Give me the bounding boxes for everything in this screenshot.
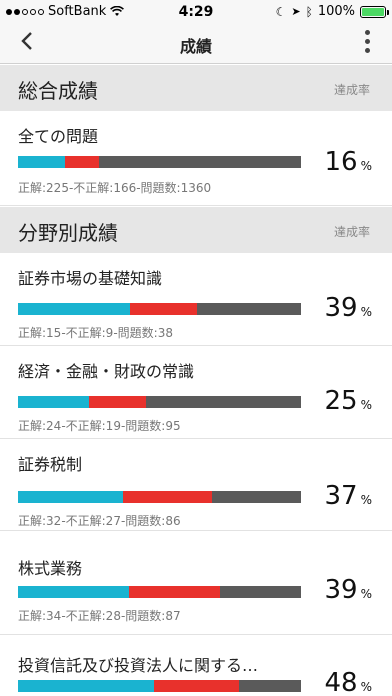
achievement-rate: 48% (324, 668, 373, 696)
correct-segment (18, 586, 129, 598)
progress-bar (18, 491, 301, 503)
item-title: 証券市場の基礎知識 (18, 269, 163, 288)
section-title: 分野別成績 (18, 221, 118, 245)
achievement-rate: 39% (324, 575, 373, 605)
wrong-segment (64, 156, 100, 168)
status-bar: SoftBank 4:29 ☾ ➤ ᛒ 100% (0, 0, 392, 24)
correct-segment (18, 680, 154, 692)
list-item-all-questions[interactable]: 全ての問題 正解:225-不正解:166-問題数:1360 16% (0, 111, 392, 206)
moon-icon: ☾ (275, 4, 287, 19)
section-title: 総合成績 (18, 79, 98, 103)
battery-icon (360, 5, 389, 18)
page-title: 成績 (179, 37, 212, 56)
navigation-bar: 成績 (0, 24, 392, 64)
rate-label: 達成率 (333, 225, 370, 239)
wrong-segment (153, 680, 239, 692)
status-right: ☾ ➤ ᛒ 100% (275, 4, 389, 19)
item-stats: 正解:225-不正解:166-問題数:1360 (18, 181, 212, 195)
wrong-segment (123, 491, 213, 503)
progress-bar (18, 396, 301, 408)
wrong-segment (128, 586, 220, 598)
progress-bar (18, 156, 301, 168)
section-header-fields: 分野別成績 達成率 (0, 207, 392, 253)
correct-segment (18, 303, 130, 315)
item-title: 投資信託及び投資法人に関する… (18, 656, 259, 675)
more-menu-button[interactable] (365, 30, 370, 53)
progress-bar (18, 680, 301, 692)
bluetooth-icon: ᛒ (305, 4, 313, 19)
achievement-rate: 39% (324, 293, 373, 323)
section-header-overall: 総合成績 達成率 (0, 65, 392, 111)
correct-segment (18, 156, 65, 168)
vertical-ellipsis-icon (365, 30, 370, 35)
rate-label: 達成率 (333, 83, 370, 97)
item-title: 全ての問題 (18, 127, 99, 146)
achievement-rate: 37% (324, 481, 373, 511)
item-title: 証券税制 (18, 455, 83, 474)
list-item-field[interactable]: 投資信託及び投資法人に関する… 48% (0, 635, 392, 696)
correct-segment (18, 396, 90, 408)
progress-bar (18, 586, 301, 598)
achievement-rate: 16% (324, 147, 373, 177)
list-item-field[interactable]: 証券税制 正解:32-不正解:27-問題数:86 37% (0, 439, 392, 531)
list-item-field[interactable]: 経済・金融・財政の常識 正解:24-不正解:19-問題数:95 25% (0, 346, 392, 439)
list-item-field[interactable]: 株式業務 正解:34-不正解:28-問題数:87 39% (0, 531, 392, 635)
achievement-rate: 25% (324, 386, 373, 416)
progress-bar (18, 303, 301, 315)
location-icon: ➤ (291, 5, 301, 18)
item-stats: 正解:15-不正解:9-問題数:38 (18, 326, 173, 340)
battery-percent: 100% (317, 4, 355, 19)
correct-segment (18, 491, 124, 503)
item-title: 株式業務 (18, 559, 83, 578)
wrong-segment (89, 396, 147, 408)
item-title: 経済・金融・財政の常識 (18, 362, 195, 381)
wrong-segment (129, 303, 197, 315)
item-stats: 正解:34-不正解:28-問題数:87 (18, 609, 181, 623)
item-stats: 正解:32-不正解:27-問題数:86 (18, 514, 181, 528)
item-stats: 正解:24-不正解:19-問題数:95 (18, 419, 181, 433)
list-item-field[interactable]: 証券市場の基礎知識 正解:15-不正解:9-問題数:38 39% (0, 253, 392, 346)
